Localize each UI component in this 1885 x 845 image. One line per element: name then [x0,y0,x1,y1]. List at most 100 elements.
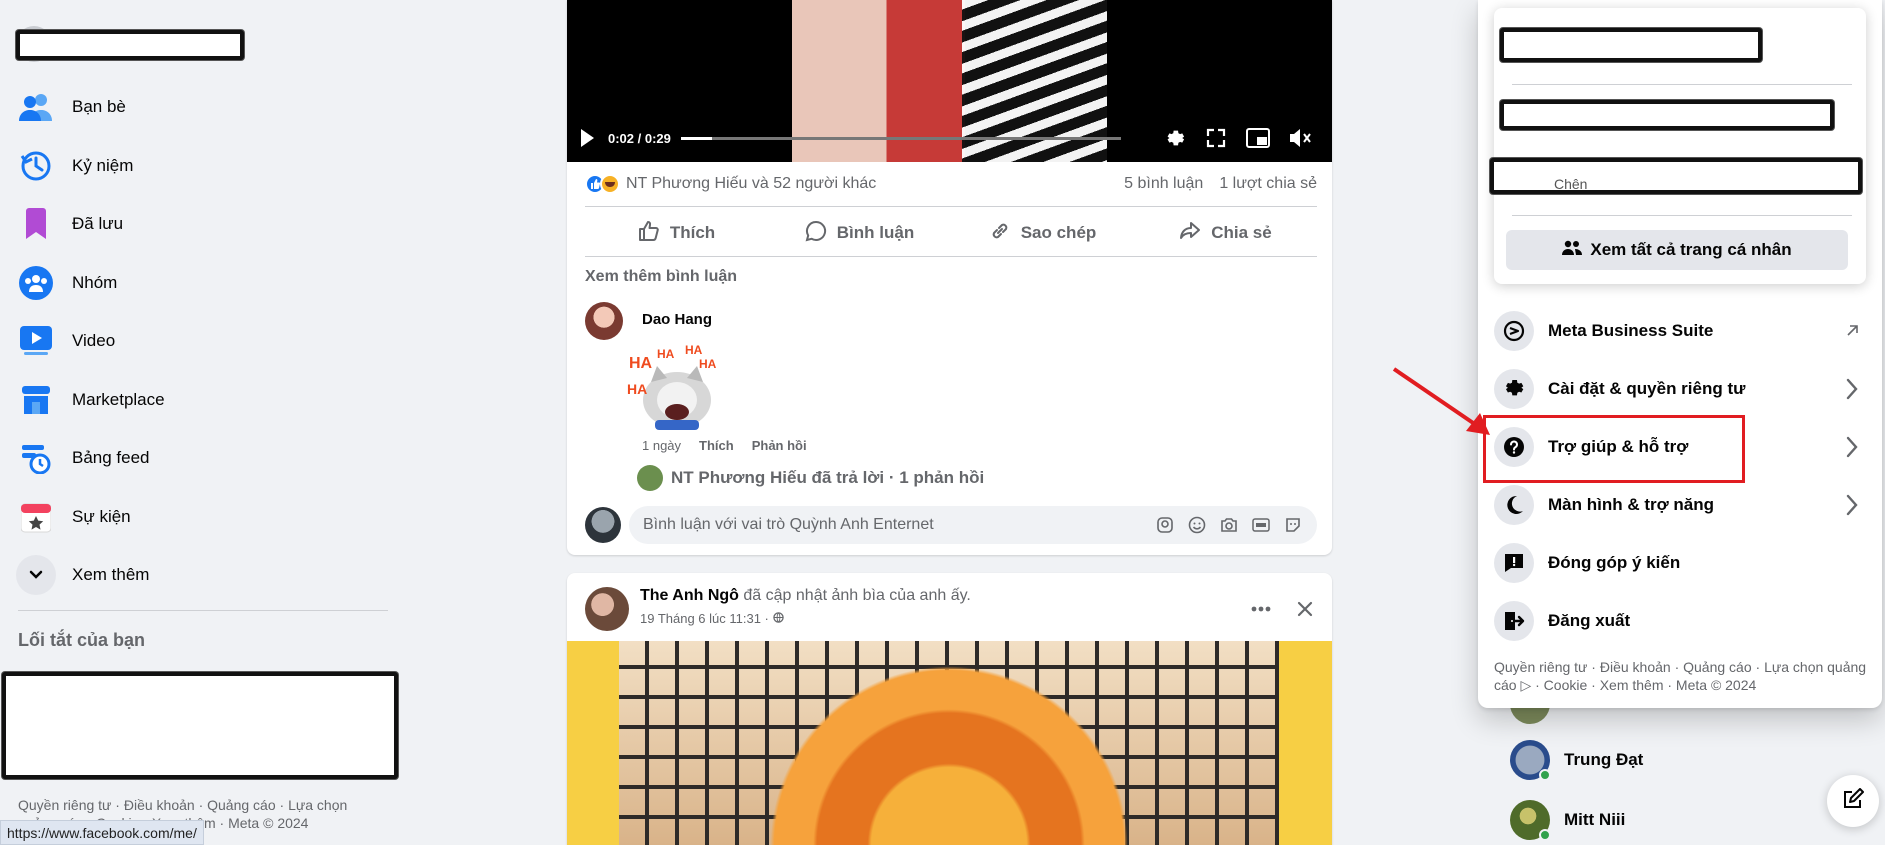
see-all-profiles-button[interactable]: Xem tất cả trang cá nhân [1506,230,1848,270]
cover-photo [619,641,1279,845]
video-progress-bar[interactable] [680,136,1121,140]
reactions-summary[interactable]: NT Phương Hiếu và 52 người khác [626,175,876,193]
feedback-icon [1494,543,1534,583]
moon-icon [1494,485,1534,525]
play-icon[interactable] [581,129,594,147]
video-player[interactable]: 0:02 / 0:29 [567,0,1332,162]
share-arrow-icon [1179,220,1201,247]
divider [1512,215,1852,216]
comment-author[interactable]: Dao Hang [642,311,712,328]
replies-summary[interactable]: NT Phương Hiếu đã trả lời · 1 phản hồi [637,465,984,491]
camera-icon[interactable] [1219,515,1239,535]
share-label: Chia sẻ [1211,223,1272,242]
video-time: 0:02 / 0:29 [608,130,671,146]
sidebar-item-video[interactable]: Video [16,312,396,371]
avatar-sticker-icon[interactable] [1155,515,1175,535]
redacted-shortcuts [2,672,398,779]
post-image[interactable] [567,641,1332,845]
logout-icon [1494,601,1534,641]
sidebar-item-memories[interactable]: Kỷ niệm [16,137,396,196]
comment-label: Bình luận [836,223,915,242]
sidebar-item-groups[interactable]: Nhóm [16,254,396,313]
avatar [1510,800,1551,841]
avatar[interactable] [585,302,623,340]
copy-label: Sao chép [1020,223,1097,242]
more-options-icon[interactable] [1243,591,1279,627]
sidebar-item-label: Đã lưu [72,214,124,234]
menu-item-logout[interactable]: Đăng xuất [1486,594,1874,648]
post-header: The Anh Ngô đã cập nhật ảnh bìa của anh … [640,587,971,605]
fullscreen-icon[interactable] [1203,125,1229,151]
menu-item-settings-privacy[interactable]: Cài đặt & quyền riêng tư [1486,362,1874,416]
comment-input[interactable] [643,516,1155,534]
comment-meta: 1 ngày Thích Phản hồi [642,438,807,453]
menu-item-display-accessibility[interactable]: Màn hình & trợ năng [1486,478,1874,532]
redacted-profile[interactable] [1500,28,1762,62]
sidebar-item-feeds[interactable]: Bảng feed [16,429,396,488]
thumbs-up-icon [638,220,660,247]
sidebar-item-label: Bạn bè [72,97,126,117]
comment-reply-link[interactable]: Phản hồi [752,438,807,453]
meta-business-suite-icon [1494,311,1534,351]
redacted-profile[interactable]: Chên [1490,158,1862,194]
post-time[interactable]: 19 Tháng 6 lúc 11:31 · [640,611,784,626]
saved-bookmark-icon [16,204,56,244]
video-controls: 0:02 / 0:29 [567,120,1332,156]
menu-item-label: Cài đặt & quyền riêng tư [1548,379,1746,398]
menu-item-label: Đóng góp ý kiến [1548,553,1681,572]
online-status-dot [1539,829,1551,841]
contact-item[interactable]: Trung Đạt [1510,740,1643,781]
contact-item[interactable]: Mitt Niii [1510,800,1625,841]
sidebar-item-label: Video [72,331,116,351]
sidebar-item-label: Marketplace [72,389,165,409]
composer-icons [1155,515,1303,535]
link-icon [989,220,1011,247]
mute-icon[interactable] [1287,125,1313,151]
redacted-profile[interactable] [1500,100,1834,130]
view-more-comments[interactable]: Xem thêm bình luận [585,268,737,286]
like-button[interactable]: Thích [585,214,768,252]
avatar [1510,740,1551,781]
avatar[interactable] [585,507,621,543]
gear-icon[interactable] [1161,125,1187,151]
comment-age[interactable]: 1 ngày [642,438,681,453]
sticker-icon[interactable] [1283,515,1303,535]
menu-item-label: Màn hình & trợ năng [1548,495,1715,514]
copy-link-button[interactable]: Sao chép [951,214,1134,252]
menu-footer[interactable]: Quyền riêng tư · Điều khoản · Quảng cáo … [1494,658,1874,694]
avatar[interactable] [585,587,629,631]
emoji-icon[interactable] [1187,515,1207,535]
sidebar-item-label: Sự kiện [72,506,131,526]
sidebar-item-friends[interactable]: Bạn bè [16,78,396,137]
gif-icon[interactable] [1251,515,1271,535]
comment-like-link[interactable]: Thích [699,438,734,453]
chevron-right-icon [1840,493,1864,517]
sidebar-item-events[interactable]: Sự kiện [16,488,396,547]
menu-item-meta-business-suite[interactable]: Meta Business Suite [1486,304,1874,358]
sidebar-item-saved[interactable]: Đã lưu [16,195,396,254]
new-message-button[interactable] [1827,775,1879,827]
chevron-right-icon [1840,377,1864,401]
picture-in-picture-icon[interactable] [1245,125,1271,151]
status-bar-url: https://www.facebook.com/me/ [0,820,204,845]
sidebar-item-label: Bảng feed [72,448,150,468]
shares-count[interactable]: 1 lượt chia sẻ [1219,175,1317,193]
comment-button[interactable]: Bình luận [768,214,951,252]
post-author[interactable]: The Anh Ngô [640,587,739,604]
left-sidebar: Bạn bè Kỷ niệm Đã lưu Nhóm Video Marketp… [0,0,400,845]
reactions-row: NT Phương Hiếu và 52 người khác 5 bình l… [585,174,1317,194]
comments-count[interactable]: 5 bình luận [1124,175,1203,193]
sidebar-item-see-more[interactable]: Xem thêm [16,546,396,605]
red-arrow-annotation [1392,367,1490,435]
sticker-text: HA [627,381,647,397]
redacted-profile-name[interactable] [16,30,244,60]
sidebar-item-marketplace[interactable]: Marketplace [16,371,396,430]
post-time-text: 19 Tháng 6 lúc 11:31 · [640,611,769,626]
post-card: The Anh Ngô đã cập nhật ảnh bìa của anh … [567,573,1332,845]
close-icon[interactable] [1287,591,1323,627]
events-calendar-icon [16,497,56,537]
groups-icon [16,263,56,303]
partial-text: Chên [1554,176,1588,192]
menu-item-give-feedback[interactable]: Đóng góp ý kiến [1486,536,1874,590]
share-button[interactable]: Chia sẻ [1134,214,1317,252]
